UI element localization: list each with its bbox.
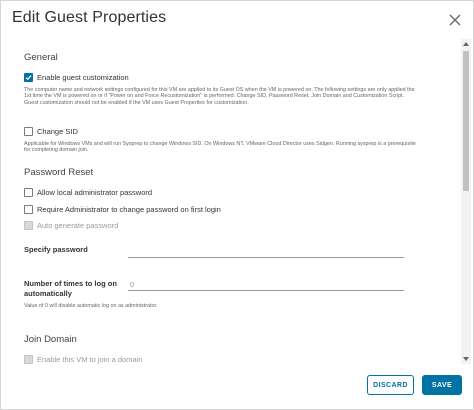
save-button[interactable]: SAVE bbox=[422, 375, 462, 395]
discard-button[interactable]: DISCARD bbox=[367, 375, 414, 395]
change-sid-row[interactable]: Change SID bbox=[24, 127, 78, 136]
dialog-body: General Enable guest customization The c… bbox=[1, 39, 463, 364]
enable-join-domain-row: Enable this VM to join a domain bbox=[24, 355, 142, 364]
checkmark-icon bbox=[25, 75, 32, 81]
edit-guest-properties-dialog: Edit Guest Properties General Enable gue… bbox=[0, 0, 474, 410]
enable-guest-customization-row[interactable]: Enable guest customization bbox=[24, 73, 129, 82]
join-domain-heading: Join Domain bbox=[24, 334, 77, 345]
enable-join-domain-checkbox bbox=[24, 355, 33, 364]
allow-local-admin-label: Allow local administrator password bbox=[37, 188, 153, 197]
auto-generate-password-row: Auto generate password bbox=[24, 221, 118, 230]
allow-local-admin-row[interactable]: Allow local administrator password bbox=[24, 188, 152, 197]
enable-guest-customization-label: Enable guest customization bbox=[37, 73, 129, 82]
scrollbar-thumb[interactable] bbox=[463, 51, 469, 191]
scroll-up-icon[interactable] bbox=[463, 42, 469, 46]
logon-times-help: Value of 0 will disable automatic log on… bbox=[24, 303, 158, 309]
enable-guest-customization-help: The computer name and network settings c… bbox=[24, 87, 415, 106]
enable-guest-customization-checkbox[interactable] bbox=[24, 73, 33, 82]
logon-times-label: Number of times to log on automatically bbox=[24, 279, 117, 298]
specify-password-label: Specify password bbox=[24, 245, 88, 254]
general-heading: General bbox=[24, 52, 58, 63]
vertical-scrollbar[interactable] bbox=[461, 39, 471, 364]
auto-generate-password-label: Auto generate password bbox=[37, 221, 119, 230]
specify-password-input[interactable] bbox=[128, 246, 404, 258]
dialog-title: Edit Guest Properties bbox=[12, 9, 167, 26]
change-sid-checkbox[interactable] bbox=[24, 127, 33, 136]
allow-local-admin-checkbox[interactable] bbox=[24, 188, 33, 197]
logon-times-input[interactable] bbox=[128, 279, 404, 291]
scroll-down-icon[interactable] bbox=[463, 357, 469, 361]
close-icon[interactable] bbox=[447, 12, 463, 28]
require-admin-change-checkbox[interactable] bbox=[24, 205, 33, 214]
password-reset-heading: Password Reset bbox=[24, 167, 94, 178]
auto-generate-password-checkbox bbox=[24, 221, 33, 230]
require-admin-change-row[interactable]: Require Administrator to change password… bbox=[24, 205, 221, 214]
require-admin-change-label: Require Administrator to change password… bbox=[37, 205, 221, 214]
change-sid-label: Change SID bbox=[37, 127, 78, 136]
enable-join-domain-label: Enable this VM to join a domain bbox=[37, 355, 143, 364]
change-sid-help: Applicable for Windows VMs and will run … bbox=[24, 141, 416, 154]
